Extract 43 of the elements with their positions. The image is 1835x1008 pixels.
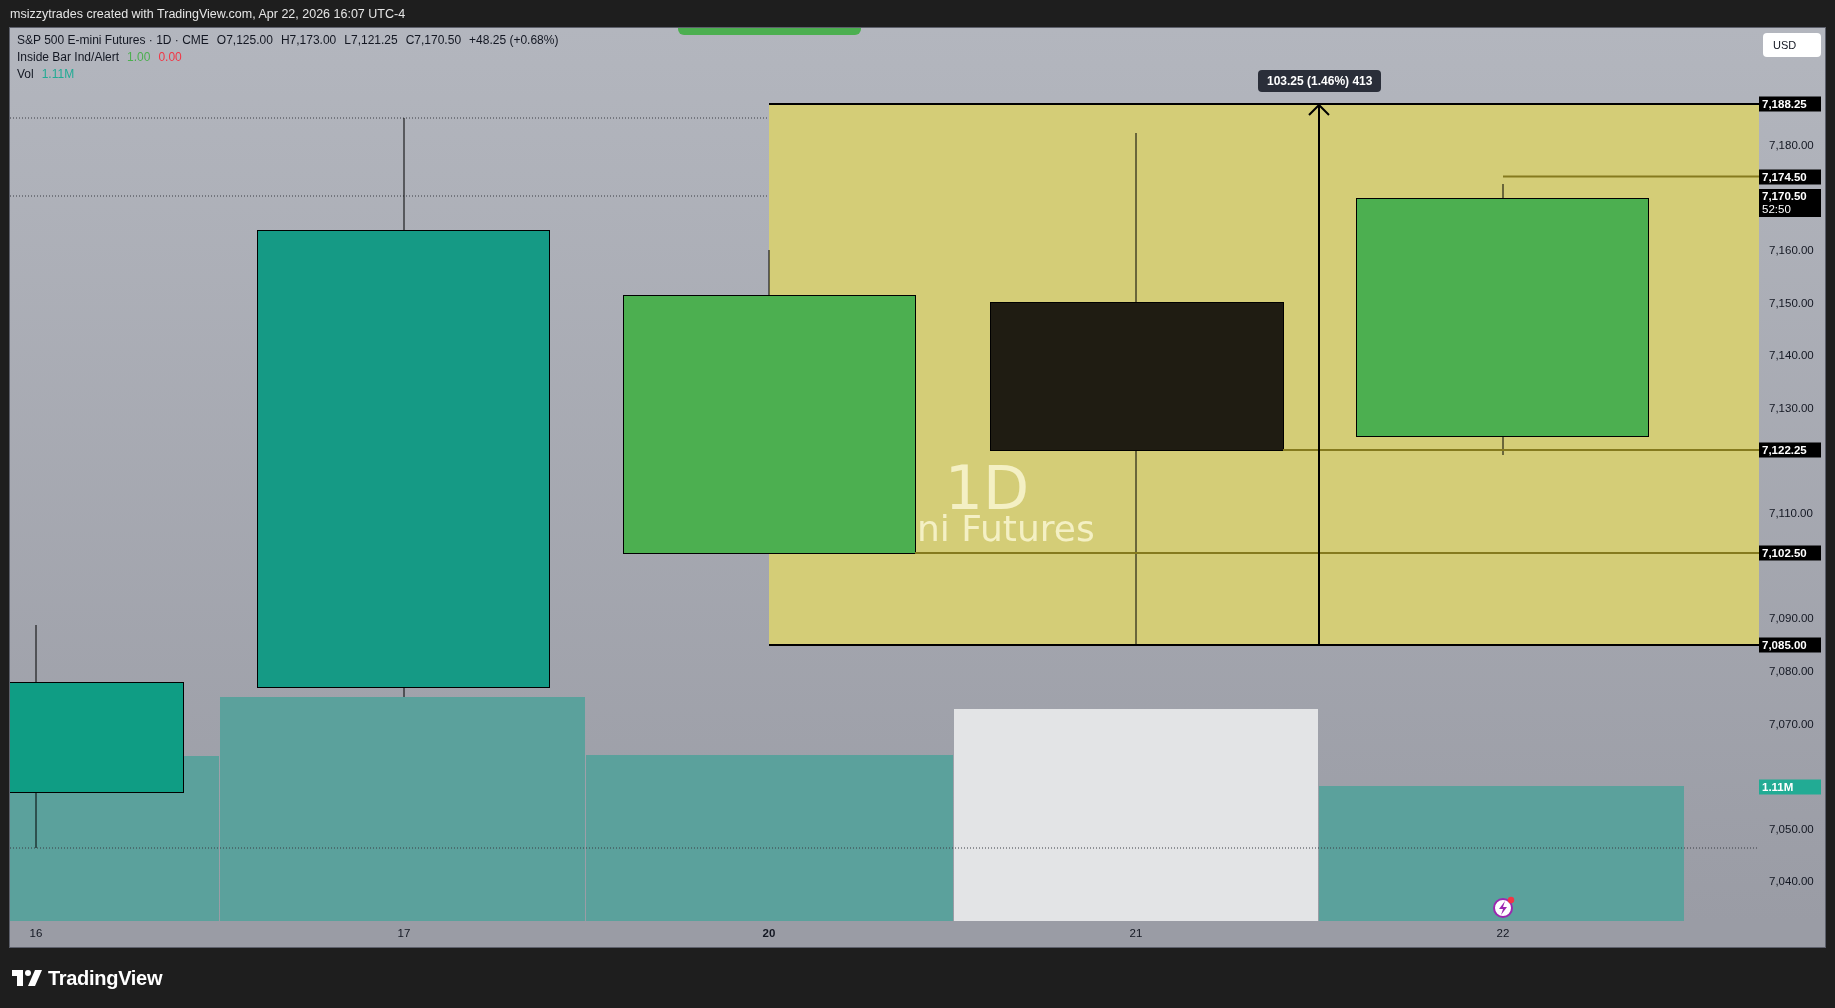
price-tag: 7,085.00 — [1759, 637, 1821, 653]
currency-button[interactable]: USD — [1763, 33, 1821, 57]
price-tag: 7,174.50 — [1759, 169, 1821, 184]
price-label: 7,160.00 — [1769, 244, 1814, 257]
indicator-name[interactable]: Vol — [17, 67, 34, 81]
price-tag: 7,170.50 52:50 — [1759, 189, 1821, 217]
ohlc-value: C7,170.50 — [405, 33, 462, 47]
measure-arrow[interactable] — [1308, 103, 1330, 646]
ohlc-value: O7,125.00 — [216, 33, 273, 47]
lightning-icon[interactable] — [1493, 896, 1515, 918]
indicator-name[interactable]: Inside Bar Ind/Alert — [17, 50, 120, 64]
price-label: 7,180.00 — [1769, 138, 1814, 151]
ohlc-value: L7,121.25 — [344, 33, 398, 47]
time-axis[interactable]: 16 17 20 21 22 — [10, 921, 1759, 947]
volume-tag: 1.11M — [1759, 779, 1821, 795]
price-label: 7,110.00 — [1769, 507, 1813, 520]
measure-tooltip: 103.25 (1.46%) 413 — [1258, 70, 1382, 92]
date-label: 16 — [29, 927, 43, 939]
price-label: 7,140.00 — [1769, 349, 1814, 362]
date-label: 22 — [1496, 927, 1510, 939]
logo-icon — [12, 970, 42, 986]
indicator-value: 1.11M — [41, 67, 75, 81]
date-label: 17 — [397, 927, 411, 939]
logo-text[interactable]: TradingView — [48, 966, 163, 990]
indicator-value: 1.00 — [127, 50, 151, 64]
price-label: 7,040.00 — [1769, 875, 1814, 888]
price-tag: 7,188.25 — [1759, 96, 1821, 112]
price-label: 7,090.00 — [1769, 612, 1814, 625]
date-label: 21 — [1129, 927, 1143, 939]
ohlc-value: H7,173.00 — [280, 33, 337, 47]
price-change: +48.25 (+0.68%) — [469, 33, 559, 47]
price-label: 7,070.00 — [1769, 717, 1814, 730]
date-label: 20 — [762, 927, 776, 939]
price-axis[interactable]: USD 7,180.00 7,160.00 7,150.00 7,140.00 7,130.00 7,110.00 7,090.00 7,080.00 7,070.00 7,050.00 7,040.00 7,188.25 7,174.50 7,170.50 52:50 7,122.25 7,102.50 7,085.00 1.11M — [1759, 28, 1825, 921]
price-label: 7,050.00 — [1769, 822, 1814, 835]
indicator-value: 0.00 — [158, 50, 182, 64]
price-tag: 7,102.50 — [1759, 545, 1821, 561]
symbol-title[interactable]: S&P 500 E-mini Futures · 1D · CME — [17, 33, 209, 47]
price-tag: 7,122.25 — [1759, 442, 1821, 458]
price-label: 7,130.00 — [1769, 401, 1814, 414]
attribution-text: msizzytrades created with TradingView.com, Apr 22, 2026 16:07 UTC-4 — [10, 6, 406, 21]
price-label: 7,150.00 — [1769, 296, 1814, 309]
price-label: 7,080.00 — [1769, 664, 1814, 677]
